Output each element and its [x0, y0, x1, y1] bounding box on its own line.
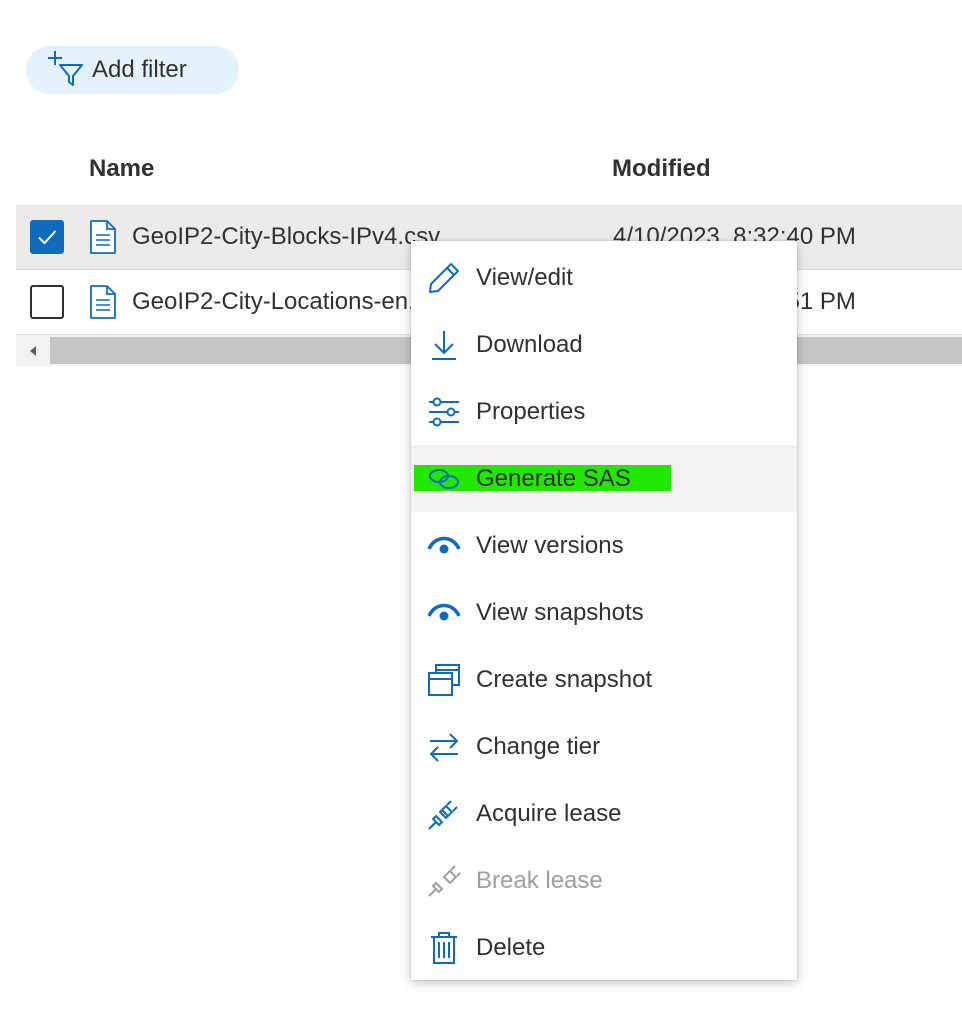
menu-item-view-edit[interactable]: View/edit	[411, 244, 797, 311]
menu-item-properties[interactable]: Properties	[411, 378, 797, 445]
menu-item-label: Break lease	[476, 866, 603, 894]
plug-icon	[428, 864, 461, 897]
menu-item-create-snapshot[interactable]: Create snapshot	[411, 646, 797, 713]
menu-item-generate-sas[interactable]: Generate SAS	[411, 445, 797, 512]
eye-icon	[427, 603, 461, 620]
menu-item-view-versions[interactable]: View versions	[411, 512, 797, 579]
plug-icon	[428, 799, 458, 830]
swap-arrows-icon	[429, 732, 459, 762]
menu-item-label: Change tier	[476, 732, 601, 760]
menu-item-label: Properties	[476, 397, 586, 425]
scroll-left-button[interactable]	[16, 335, 50, 366]
add-filter-icon	[48, 51, 83, 86]
menu-item-label: Download	[476, 330, 583, 358]
menu-item-label: View versions	[476, 531, 624, 559]
menu-item-label: Acquire lease	[476, 799, 622, 827]
menu-item-view-snapshots[interactable]: View snapshots	[411, 579, 797, 646]
add-filter-label: Add filter	[92, 56, 187, 83]
file-name[interactable]: GeoIP2-City-Blocks-IPv4.csv	[132, 223, 440, 251]
row-checkbox[interactable]	[30, 220, 64, 254]
snapshot-icon	[428, 663, 460, 696]
column-header-name[interactable]: Name	[89, 155, 154, 183]
menu-item-change-tier[interactable]: Change tier	[411, 713, 797, 780]
caret-left-icon	[30, 345, 36, 356]
trash-icon	[431, 931, 457, 964]
menu-item-label: Create snapshot	[476, 665, 653, 693]
menu-item-label: Delete	[476, 933, 546, 961]
storage-browser: Add filter Name Modified GeoIP2-City-Blo…	[0, 0, 962, 1018]
menu-item-break-lease: Break lease	[411, 847, 797, 914]
sliders-icon	[429, 397, 459, 426]
menu-item-download[interactable]: Download	[411, 311, 797, 378]
menu-item-label: View/edit	[476, 263, 573, 291]
add-filter-button[interactable]: Add filter	[26, 46, 239, 94]
file-icon	[90, 285, 116, 319]
menu-item-label: View snapshots	[476, 598, 644, 626]
link-icon	[429, 468, 459, 489]
menu-item-acquire-lease[interactable]: Acquire lease	[411, 780, 797, 847]
eye-icon	[427, 536, 461, 553]
file-icon	[90, 220, 116, 254]
menu-item-delete[interactable]: Delete	[411, 914, 797, 981]
file-name[interactable]: GeoIP2-City-Locations-en.csv	[132, 288, 451, 316]
context-menu: View/edit Download Properties Generate S…	[411, 241, 797, 980]
row-checkbox[interactable]	[30, 285, 64, 319]
column-header-modified[interactable]: Modified	[612, 155, 711, 183]
pencil-icon	[429, 262, 459, 293]
checkmark-icon	[38, 230, 57, 245]
download-icon	[432, 330, 456, 360]
menu-item-label: Generate SAS	[476, 464, 631, 492]
